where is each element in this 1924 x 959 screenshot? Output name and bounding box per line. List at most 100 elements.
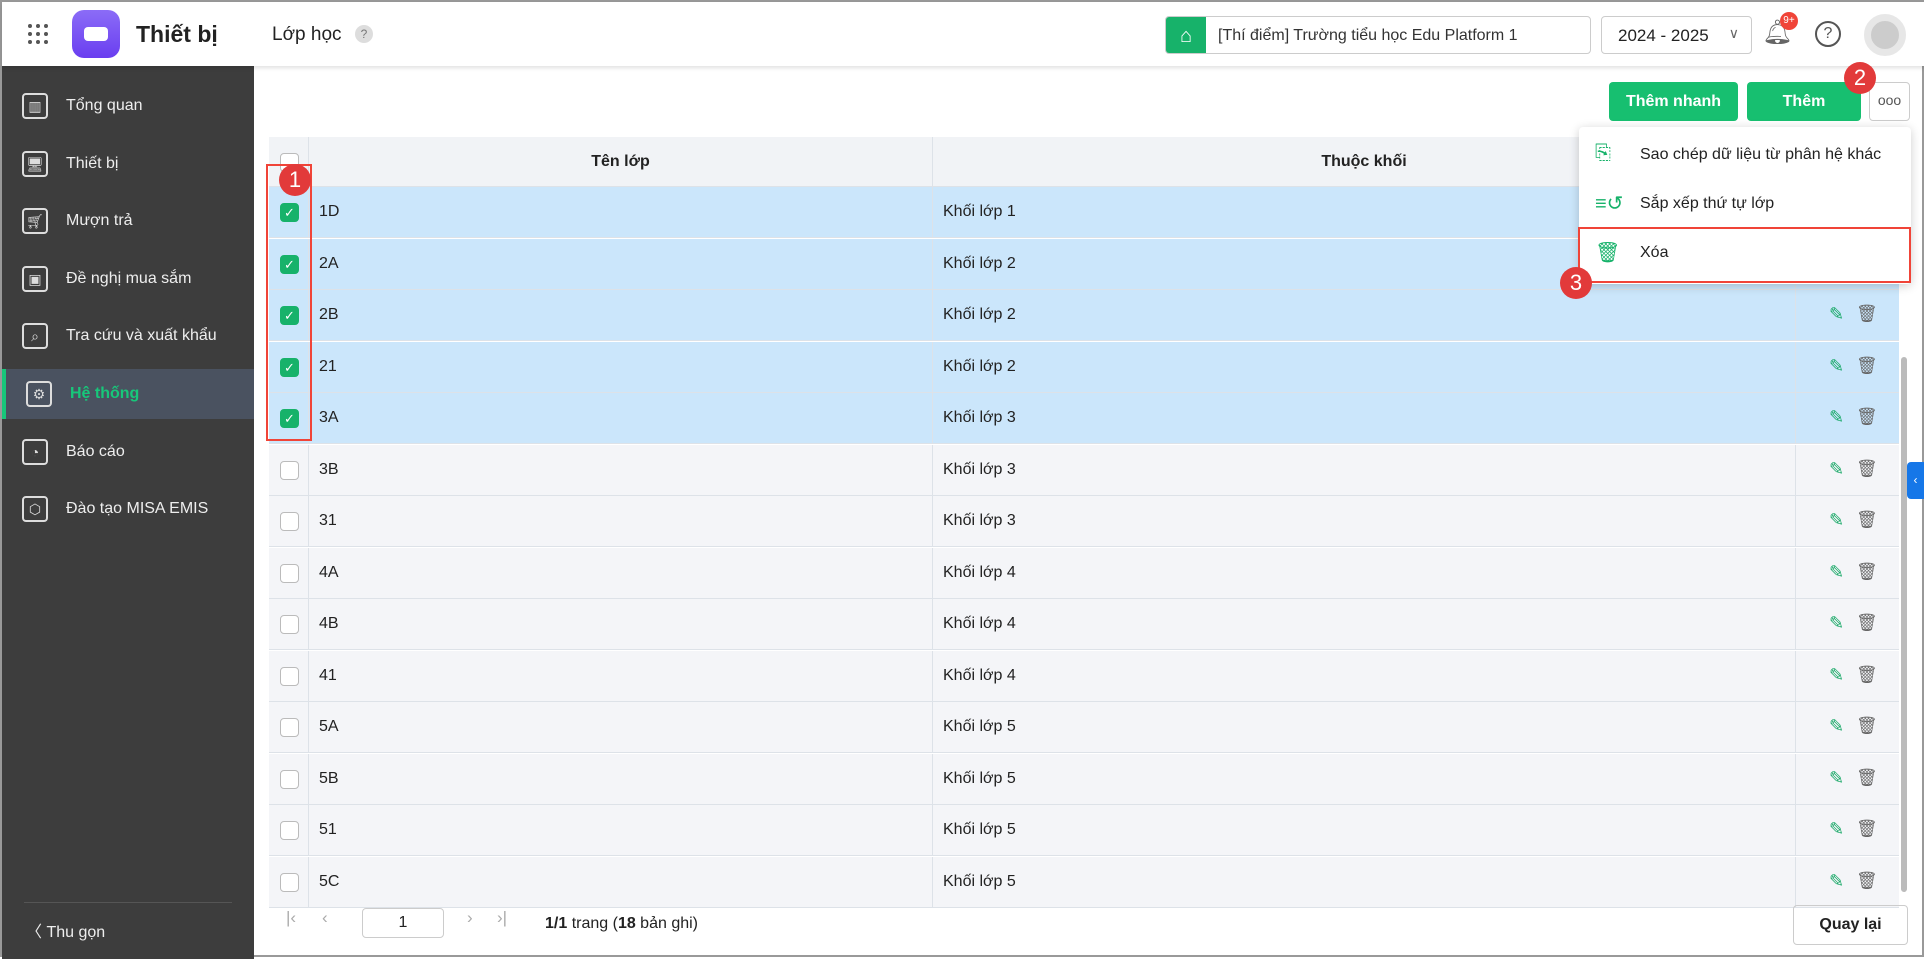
sidebar-item-overview[interactable]: ▥ Tổng quan <box>2 81 254 131</box>
annotation-box-delete <box>1578 227 1911 283</box>
class-name: 5C <box>309 856 933 907</box>
table-row[interactable]: 4B Khối lớp 4 ✎ 🗑︎ <box>269 599 1899 650</box>
row-checkbox[interactable] <box>280 615 299 634</box>
year-select[interactable]: 2024 - 2025 ∨ <box>1601 16 1752 54</box>
menu-item-sort-classes[interactable]: ≡↺ Sắp xếp thứ tự lớp <box>1579 179 1911 228</box>
edit-icon[interactable]: ✎ <box>1829 716 1844 737</box>
trash-icon[interactable]: 🗑︎ <box>1856 819 1878 839</box>
trash-icon[interactable]: 🗑︎ <box>1856 407 1878 427</box>
class-name: 1D <box>309 187 933 237</box>
page-input[interactable]: 1 <box>362 908 444 938</box>
class-name: 41 <box>309 650 933 701</box>
edit-icon[interactable]: ✎ <box>1829 871 1844 892</box>
trash-icon[interactable]: 🗑︎ <box>1856 304 1878 324</box>
table-row[interactable]: 3B Khối lớp 3 ✎ 🗑︎ <box>269 444 1899 496</box>
row-checkbox[interactable] <box>280 718 299 737</box>
next-page-button[interactable]: › <box>467 908 473 928</box>
edit-icon[interactable]: ✎ <box>1829 407 1844 428</box>
year-value: 2024 - 2025 <box>1618 26 1709 45</box>
class-name: 2B <box>309 290 933 340</box>
last-page-button[interactable]: ›| <box>497 908 507 928</box>
apps-grid-icon[interactable] <box>28 24 48 44</box>
edit-icon[interactable]: ✎ <box>1829 510 1844 531</box>
sidebar-item-training[interactable]: ⬡ Đào tạo MISA EMIS <box>2 484 254 534</box>
grade: Khối lớp 3 <box>933 444 1796 495</box>
sidebar-item-system[interactable]: ⚙︎ Hệ thống <box>2 369 254 419</box>
table-row[interactable]: ✓ 21 Khối lớp 2 ✎ 🗑︎ <box>269 341 1899 393</box>
table-row[interactable]: 31 Khối lớp 3 ✎ 🗑︎ <box>269 496 1899 547</box>
row-checkbox[interactable] <box>280 821 299 840</box>
sidebar-item-equipment[interactable]: 🖥︎ Thiết bị <box>2 139 254 189</box>
collapse-sidebar-button[interactable]: 〈 Thu gọn <box>26 918 105 942</box>
sidebar-item-label: Hệ thống <box>70 385 140 402</box>
annotation-1: 1 <box>279 164 311 196</box>
grade: Khối lớp 5 <box>933 805 1796 855</box>
avatar[interactable] <box>1864 14 1906 56</box>
back-button[interactable]: Quay lại <box>1793 905 1908 945</box>
class-name: 51 <box>309 805 933 855</box>
table-row[interactable]: ✓ 3A Khối lớp 3 ✎ 🗑︎ <box>269 393 1899 444</box>
table-row[interactable]: 5C Khối lớp 5 ✎ 🗑︎ <box>269 856 1899 908</box>
row-checkbox[interactable] <box>280 460 299 480</box>
table-row[interactable]: 51 Khối lớp 5 ✎ 🗑︎ <box>269 805 1899 856</box>
table-row[interactable]: 41 Khối lớp 4 ✎ 🗑︎ <box>269 650 1899 702</box>
add-button[interactable]: Thêm <box>1747 82 1861 121</box>
help-icon[interactable]: ? <box>1815 21 1841 47</box>
grade: Khối lớp 4 <box>933 547 1796 598</box>
scrollbar[interactable] <box>1901 357 1907 892</box>
prev-page-button[interactable]: ‹ <box>322 908 328 928</box>
col-class-name[interactable]: Tên lớp <box>309 137 933 186</box>
side-panel-toggle[interactable]: ‹ <box>1907 462 1924 499</box>
trash-icon[interactable]: 🗑︎ <box>1856 356 1878 376</box>
edit-icon[interactable]: ✎ <box>1829 613 1844 634</box>
trash-icon[interactable]: 🗑︎ <box>1856 510 1878 530</box>
sidebar-item-purchase-request[interactable]: ▣ Đề nghị mua sắm <box>2 254 254 304</box>
edit-icon[interactable]: ✎ <box>1829 459 1844 480</box>
trash-icon[interactable]: 🗑︎ <box>1856 665 1878 685</box>
trash-icon[interactable]: 🗑︎ <box>1856 562 1878 582</box>
row-checkbox[interactable] <box>280 563 299 583</box>
table-row[interactable]: 5B Khối lớp 5 ✎ 🗑︎ <box>269 753 1899 805</box>
edit-icon[interactable]: ✎ <box>1829 562 1844 583</box>
sidebar-item-search-export[interactable]: ⌕ Tra cứu và xuất khẩu <box>2 311 254 361</box>
row-checkbox[interactable] <box>280 872 299 892</box>
search-export-icon: ⌕ <box>22 323 48 350</box>
grade: Khối lớp 5 <box>933 753 1796 804</box>
row-checkbox[interactable] <box>280 512 299 531</box>
equipment-icon: 🖥︎ <box>22 150 48 177</box>
edit-icon[interactable]: ✎ <box>1829 768 1844 789</box>
trash-icon[interactable]: 🗑︎ <box>1856 871 1878 891</box>
grade: Khối lớp 2 <box>933 290 1796 340</box>
grade: Khối lớp 4 <box>933 650 1796 701</box>
help-hint-icon[interactable]: ? <box>355 25 373 43</box>
sidebar-divider <box>24 902 232 903</box>
table-row[interactable]: 5A Khối lớp 5 ✎ 🗑︎ <box>269 702 1899 753</box>
table-row[interactable]: ✓ 2B Khối lớp 2 ✎ 🗑︎ <box>269 290 1899 341</box>
sidebar-item-borrow-return[interactable]: 🛒︎ Mượn trả <box>2 196 254 246</box>
sidebar-item-reports[interactable]: ◔ Báo cáo <box>2 427 254 477</box>
table-row[interactable]: 4A Khối lớp 4 ✎ 🗑︎ <box>269 547 1899 599</box>
borrow-return-icon: 🛒︎ <box>22 208 48 235</box>
menu-item-copy-data[interactable]: ⎘ Sao chép dữ liệu từ phân hệ khác <box>1579 130 1911 179</box>
trash-icon[interactable]: 🗑︎ <box>1856 613 1878 633</box>
copy-icon: ⎘ <box>1595 142 1611 164</box>
row-checkbox[interactable] <box>280 769 299 789</box>
more-options-button[interactable]: ooo <box>1869 82 1910 121</box>
first-page-button[interactable]: |‹ <box>286 908 296 928</box>
trash-icon[interactable]: 🗑︎ <box>1856 459 1878 479</box>
sidebar-item-label: Báo cáo <box>66 442 125 460</box>
trash-icon[interactable]: 🗑︎ <box>1856 716 1878 736</box>
sort-icon: ≡↺ <box>1595 193 1624 215</box>
trash-icon[interactable]: 🗑︎ <box>1856 768 1878 788</box>
notification-badge: 9+ <box>1780 12 1798 30</box>
edit-icon[interactable]: ✎ <box>1829 819 1844 840</box>
quick-add-button[interactable]: Thêm nhanh <box>1609 82 1738 121</box>
row-checkbox[interactable] <box>280 666 299 686</box>
edit-icon[interactable]: ✎ <box>1829 665 1844 686</box>
edit-icon[interactable]: ✎ <box>1829 356 1844 377</box>
sidebar-item-label: Thiết bị <box>66 154 119 172</box>
school-selector[interactable]: ⌂ [Thí điểm] Trường tiểu học Edu Platform… <box>1165 16 1591 54</box>
edit-icon[interactable]: ✎ <box>1829 304 1844 325</box>
class-name: 3A <box>309 393 933 443</box>
page-title: Lớp học <box>272 24 342 45</box>
